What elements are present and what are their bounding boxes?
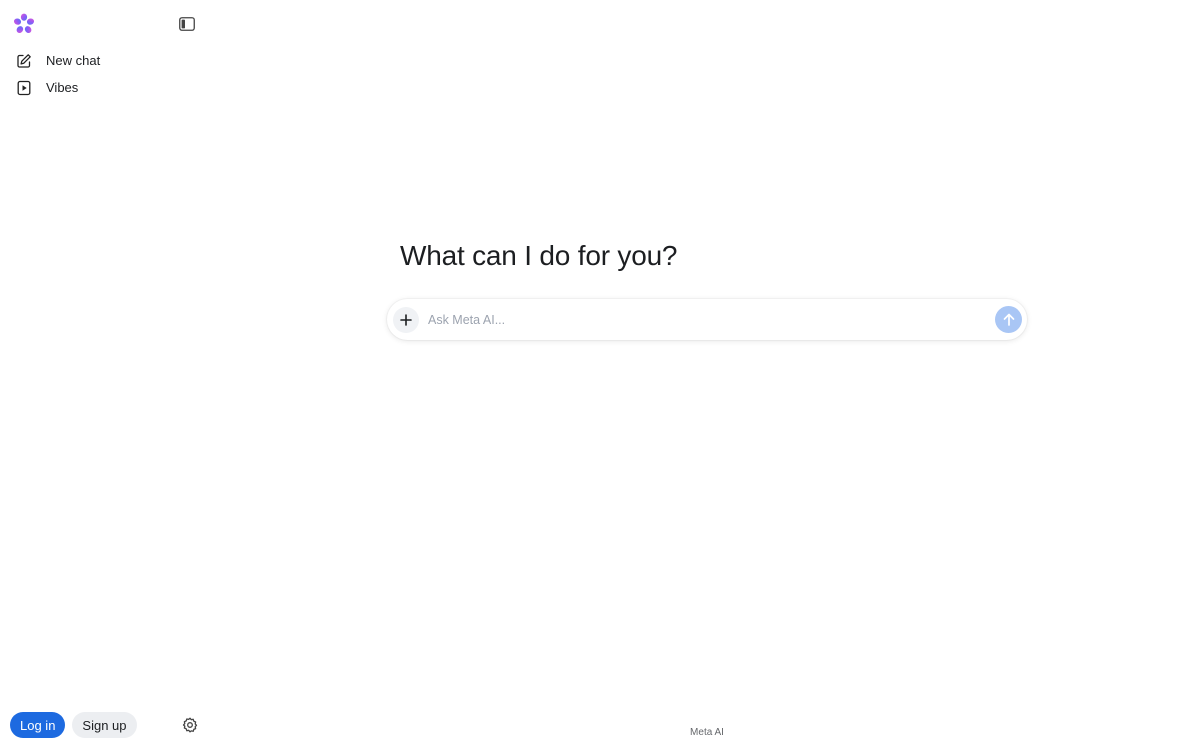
sidebar-toggle-icon[interactable] bbox=[176, 13, 198, 35]
sidebar-nav: New chat Vibes bbox=[8, 47, 204, 101]
chat-composer bbox=[387, 299, 1027, 340]
arrow-up-icon[interactable] bbox=[995, 306, 1022, 333]
auth-buttons: Log in Sign up bbox=[10, 712, 137, 738]
sidebar-item-label: Vibes bbox=[46, 80, 79, 95]
play-icon bbox=[16, 80, 32, 96]
app-window: New chat Vibes Log in Sign up What can I… bbox=[0, 0, 1200, 750]
log-in-button[interactable]: Log in bbox=[10, 712, 66, 738]
gear-icon[interactable] bbox=[181, 716, 199, 734]
sidebar-item-vibes[interactable]: Vibes bbox=[8, 74, 204, 101]
plus-icon[interactable] bbox=[393, 306, 419, 333]
sidebar: New chat Vibes Log in Sign up bbox=[0, 0, 210, 750]
sidebar-item-new-chat[interactable]: New chat bbox=[8, 47, 204, 74]
edit-icon bbox=[16, 53, 32, 69]
page-title: What can I do for you? bbox=[400, 240, 678, 271]
sign-up-button[interactable]: Sign up bbox=[72, 712, 137, 738]
footer-meta-ai-label: Meta AI bbox=[690, 727, 724, 738]
meta-ai-logo-icon[interactable] bbox=[12, 12, 36, 36]
sidebar-item-label: New chat bbox=[46, 53, 101, 68]
ask-meta-ai-input[interactable] bbox=[428, 312, 995, 327]
